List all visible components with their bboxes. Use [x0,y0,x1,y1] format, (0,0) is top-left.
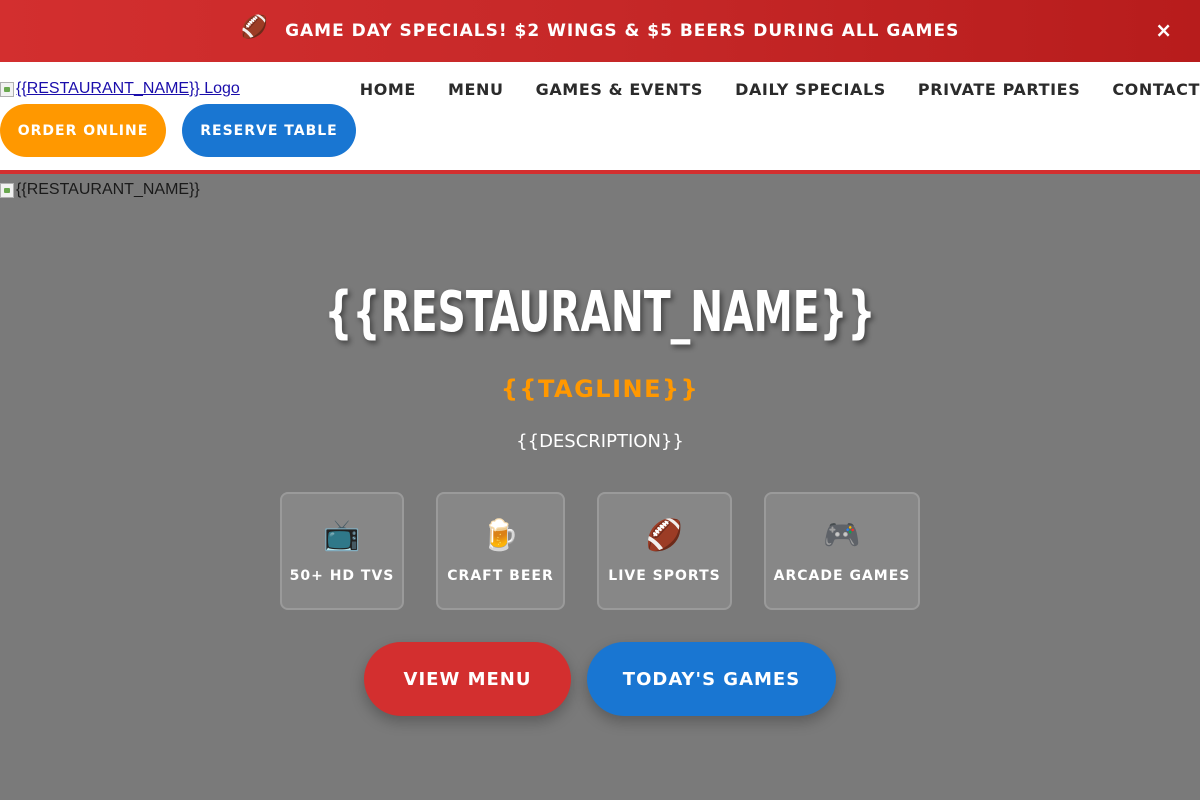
hero-description: {{DESCRIPTION}} [516,431,684,452]
promo-text: GAME DAY SPECIALS! $2 WINGS & $5 BEERS D… [285,21,960,41]
nav-item-menu[interactable]: MENU [448,80,504,100]
promo-content: 🏈 GAME DAY SPECIALS! $2 WINGS & $5 BEERS… [240,15,960,42]
close-icon[interactable]: × [1155,18,1172,42]
beer-icon: 🍺 [481,518,520,553]
site-header: {{RESTAURANT_NAME}} Logo HOME MENU GAMES… [0,62,1200,174]
hero-tagline: {{TAGLINE}} [500,375,700,403]
nav-item-private-parties[interactable]: PRIVATE PARTIES [918,80,1080,100]
feature-card: 📺 50+ HD TVS [280,492,404,610]
football-icon: 🏈 [240,15,270,40]
promo-banner: 🏈 GAME DAY SPECIALS! $2 WINGS & $5 BEERS… [0,0,1200,62]
main-nav: HOME MENU GAMES & EVENTS DAILY SPECIALS … [360,80,1200,100]
game-controller-icon: 🎮 [823,518,861,553]
nav-item-daily-specials[interactable]: DAILY SPECIALS [735,80,886,100]
hero-section: {{RESTAURANT_NAME}} {{RESTAURANT_NAME}} … [0,178,1200,800]
feature-card: 🏈 LIVE SPORTS [597,492,732,610]
view-menu-button[interactable]: VIEW MENU [364,642,571,716]
feature-label: CRAFT BEER [447,568,554,584]
hero-image: {{RESTAURANT_NAME}} [0,181,200,199]
feature-card: 🍺 CRAFT BEER [436,492,565,610]
order-online-button[interactable]: ORDER ONLINE [0,104,166,157]
broken-image-icon [0,81,14,97]
hero-image-alt-text: {{RESTAURANT_NAME}} [16,181,200,198]
feature-list: 📺 50+ HD TVS 🍺 CRAFT BEER 🏈 LIVE SPORTS … [280,492,920,610]
feature-card: 🎮 ARCADE GAMES [764,492,920,610]
nav-item-games-events[interactable]: GAMES & EVENTS [536,80,703,100]
todays-games-button[interactable]: TODAY'S GAMES [587,642,836,716]
hero-title: {{RESTAURANT_NAME}} [324,280,876,345]
site-logo-link[interactable]: {{RESTAURANT_NAME}} Logo [0,80,240,98]
nav-item-contact[interactable]: CONTACT [1112,80,1200,100]
broken-image-icon [0,182,14,198]
feature-label: ARCADE GAMES [773,568,911,584]
feature-label: LIVE SPORTS [608,568,721,584]
reserve-table-button[interactable]: RESERVE TABLE [182,104,356,157]
logo-alt-text: {{RESTAURANT_NAME}} Logo [16,80,240,97]
tv-icon: 📺 [323,518,361,553]
nav-item-home[interactable]: HOME [360,80,416,100]
football-icon: 🏈 [645,518,684,553]
feature-label: 50+ HD TVS [289,568,395,584]
